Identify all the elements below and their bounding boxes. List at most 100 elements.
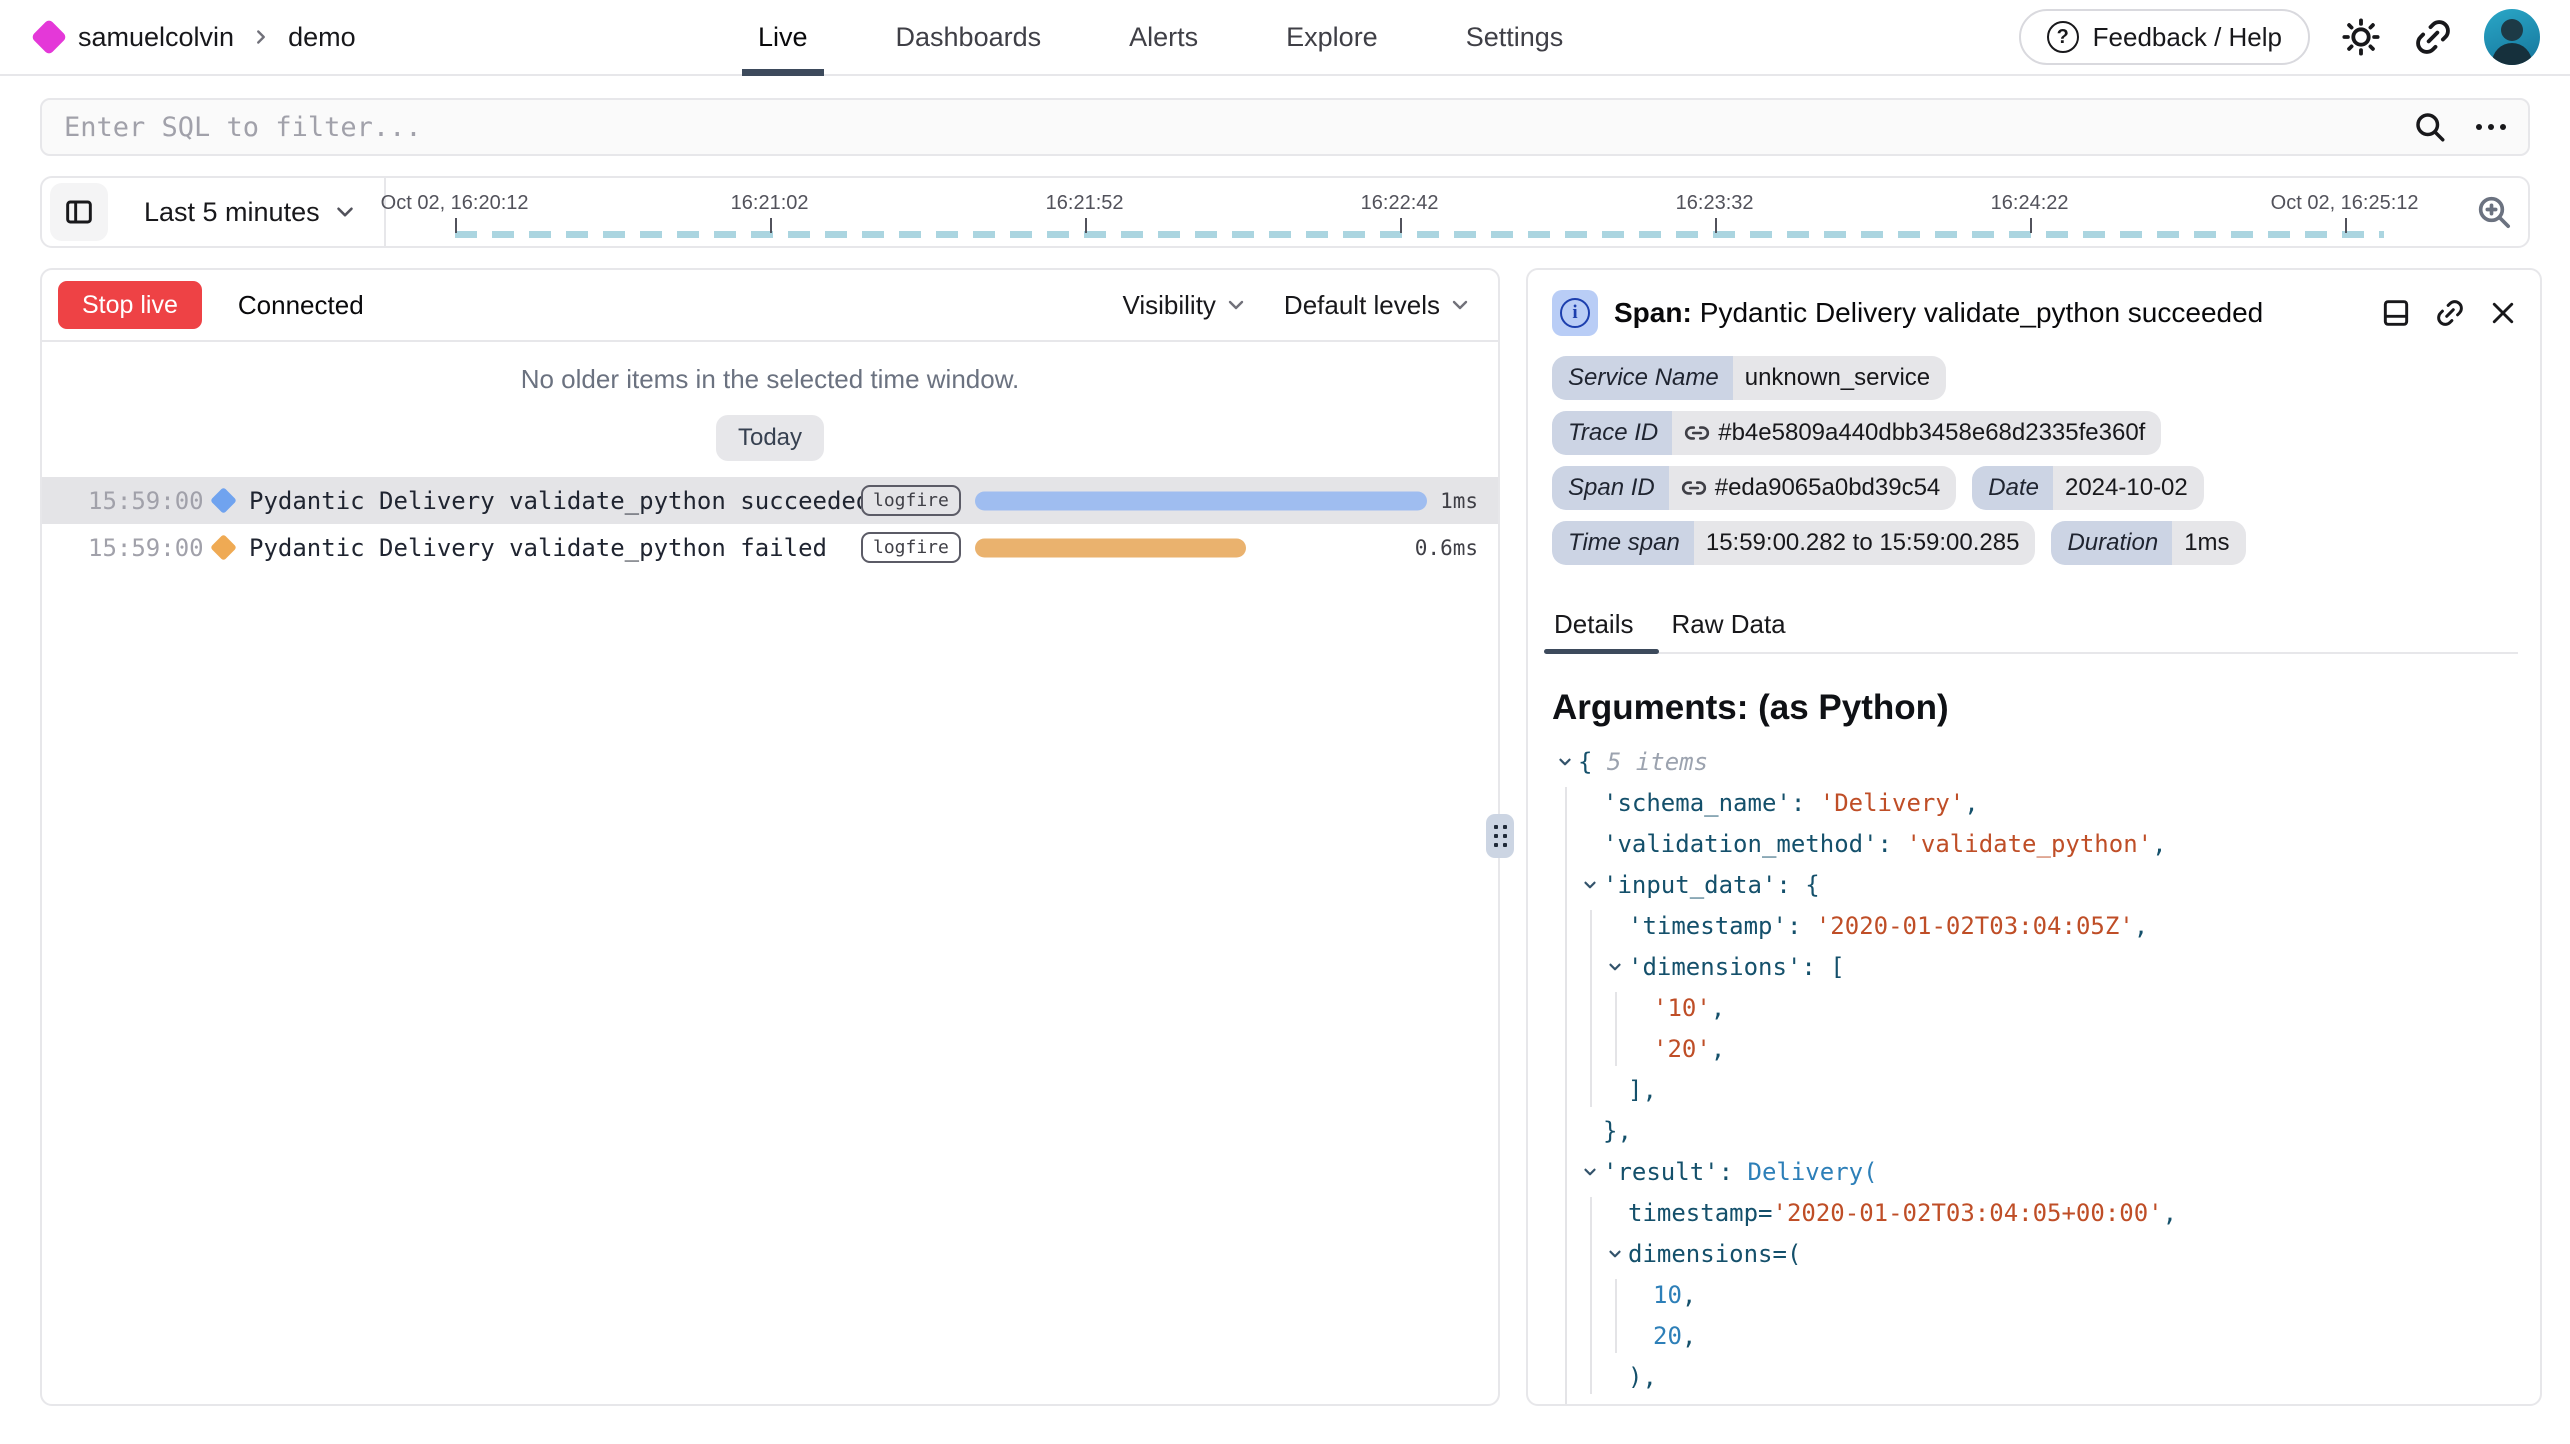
default-levels-dropdown[interactable]: Default levels bbox=[1284, 290, 1472, 321]
collapse-caret-icon[interactable] bbox=[1606, 958, 1624, 976]
panel-left-icon bbox=[63, 196, 95, 228]
tab-alerts[interactable]: Alerts bbox=[1113, 0, 1214, 74]
duration-label: 0.6ms bbox=[1386, 536, 1478, 560]
collapse-caret-icon[interactable] bbox=[1606, 1245, 1624, 1263]
collapse-caret-icon[interactable] bbox=[1581, 876, 1599, 894]
badge-row: Trace ID#b4e5809a440dbb3458e68d2335fe360… bbox=[1552, 411, 2516, 455]
timeline-tick bbox=[1400, 218, 1402, 233]
logfire-logo-icon[interactable] bbox=[31, 19, 68, 56]
timeline-tick-label: 16:21:52 bbox=[1046, 192, 1124, 215]
code-token: '2020-01-02T03:04:05Z' bbox=[1816, 912, 2134, 940]
span-detail-header: i Span:Pydantic Delivery validate_python… bbox=[1528, 270, 2540, 342]
code-line: ), bbox=[1558, 1357, 2540, 1398]
collapse-caret-icon[interactable] bbox=[1556, 753, 1574, 771]
panel-resize-handle[interactable] bbox=[1486, 814, 1514, 858]
badge-row: Time span15:59:00.282 to 15:59:00.285 Dur… bbox=[1552, 521, 2516, 565]
logfire-tag: logfire bbox=[861, 485, 961, 516]
duration-bar-track bbox=[975, 477, 1386, 524]
sql-filter-bar: Enter SQL to filter... bbox=[40, 98, 2530, 156]
user-avatar[interactable] bbox=[2484, 9, 2540, 65]
badge-value: #b4e5809a440dbb3458e68d2335fe360f bbox=[1672, 411, 2161, 455]
badge-duration[interactable]: Duration1ms bbox=[2051, 521, 2245, 565]
span-title: Span:Pydantic Delivery validate_python s… bbox=[1614, 297, 2364, 329]
feedback-help-button[interactable]: ? Feedback / Help bbox=[2019, 9, 2310, 65]
code-token: 10 bbox=[1653, 1281, 1682, 1309]
badge-date[interactable]: Date2024-10-02 bbox=[1972, 466, 2203, 510]
badge-value: #eda9065a0bd39c54 bbox=[1669, 466, 1957, 510]
span-detail-panel: i Span:Pydantic Delivery validate_python… bbox=[1526, 268, 2542, 1406]
org-name[interactable]: samuelcolvin bbox=[78, 22, 234, 53]
code-line: 'dimensions': [ bbox=[1558, 947, 2540, 988]
indent-guide bbox=[1565, 787, 1567, 1406]
badge-service-name[interactable]: Service Nameunknown_service bbox=[1552, 356, 1946, 400]
code-token: '2020-01-02T03:04:05+00:00' bbox=[1773, 1199, 2163, 1227]
close-icon[interactable] bbox=[2488, 298, 2518, 328]
log-row[interactable]: 15:59:00Pydantic Delivery validate_pytho… bbox=[42, 524, 1498, 571]
trace-link-icon bbox=[1684, 420, 1710, 446]
tab-details[interactable]: Details bbox=[1552, 599, 1635, 654]
theme-toggle-button[interactable] bbox=[2340, 16, 2382, 58]
badge-value: 15:59:00.282 to 15:59:00.285 bbox=[1694, 521, 2036, 565]
visibility-label: Visibility bbox=[1122, 290, 1215, 321]
code-token: , bbox=[2152, 830, 2166, 858]
project-name[interactable]: demo bbox=[288, 22, 356, 53]
stop-live-button[interactable]: Stop live bbox=[58, 281, 202, 329]
code-token: Delivery( bbox=[1748, 1158, 1878, 1186]
tab-settings[interactable]: Settings bbox=[1450, 0, 1580, 74]
visibility-dropdown[interactable]: Visibility bbox=[1122, 290, 1247, 321]
tab-dashboards[interactable]: Dashboards bbox=[880, 0, 1058, 74]
badge-value-text: unknown_service bbox=[1745, 364, 1930, 392]
copy-link-icon[interactable] bbox=[2427, 290, 2472, 335]
sql-filter-input[interactable]: Enter SQL to filter... bbox=[64, 112, 2412, 143]
zoom-in-button[interactable] bbox=[2474, 192, 2514, 232]
sidebar-toggle-button[interactable] bbox=[50, 183, 108, 241]
log-row[interactable]: 15:59:00Pydantic Delivery validate_pytho… bbox=[42, 477, 1498, 524]
badge-value-text: 1ms bbox=[2184, 529, 2229, 557]
timeline-tick-label: 16:24:22 bbox=[1991, 192, 2069, 215]
chevron-right-icon bbox=[250, 26, 272, 48]
badge-row: Service Nameunknown_service bbox=[1552, 356, 2516, 400]
span-attributes: Service Nameunknown_service Trace ID#b4e5… bbox=[1528, 342, 2540, 565]
code-token: }, bbox=[1603, 1117, 1632, 1145]
today-pill[interactable]: Today bbox=[716, 415, 824, 461]
code-line: 'timestamp': '2020-01-02T03:04:05Z', bbox=[1558, 906, 2540, 947]
tab-explore[interactable]: Explore bbox=[1270, 0, 1394, 74]
badge-label: Span ID bbox=[1552, 466, 1669, 510]
badge-span-id[interactable]: Span ID#eda9065a0bd39c54 bbox=[1552, 466, 1956, 510]
code-line: '10', bbox=[1558, 988, 2540, 1029]
code-token: 20 bbox=[1653, 1322, 1682, 1350]
timeline-tick bbox=[1715, 218, 1717, 233]
code-token: , bbox=[1682, 1322, 1696, 1350]
badge-label: Trace ID bbox=[1552, 411, 1672, 455]
code-line: ), bbox=[1558, 1398, 2540, 1406]
code-line: 20, bbox=[1558, 1316, 2540, 1357]
more-options-icon[interactable] bbox=[2476, 124, 2506, 130]
live-panel: Stop live Connected Visibility Default l… bbox=[40, 268, 1500, 1406]
timeline-track[interactable]: Oct 02, 16:20:1216:21:0216:21:5216:22:42… bbox=[386, 178, 2464, 246]
time-range-select[interactable]: Last 5 minutes bbox=[108, 197, 384, 228]
code-token: , bbox=[2134, 912, 2148, 940]
badge-time-span[interactable]: Time span15:59:00.282 to 15:59:00.285 bbox=[1552, 521, 2035, 565]
code-token: : bbox=[1878, 830, 1907, 858]
code-token: , bbox=[1711, 1035, 1725, 1063]
share-link-button[interactable] bbox=[2412, 16, 2454, 58]
code-token: 5 items bbox=[1607, 748, 1708, 776]
code-token: : bbox=[1787, 912, 1816, 940]
code-token: : { bbox=[1776, 871, 1819, 899]
badge-trace-id[interactable]: Trace ID#b4e5809a440dbb3458e68d2335fe360… bbox=[1552, 411, 2161, 455]
indent-guide bbox=[1590, 1197, 1592, 1394]
code-line: 'input_data': { bbox=[1558, 865, 2540, 906]
log-timestamp: 15:59:00 bbox=[88, 487, 208, 515]
code-token: , bbox=[1682, 1281, 1696, 1309]
collapse-caret-icon[interactable] bbox=[1581, 1163, 1599, 1181]
badge-value: 1ms bbox=[2172, 521, 2245, 565]
sun-icon bbox=[2340, 16, 2382, 58]
dock-panel-icon[interactable] bbox=[2380, 297, 2412, 329]
live-feed: No older items in the selected time wind… bbox=[42, 342, 1498, 1404]
search-icon[interactable] bbox=[2412, 109, 2448, 145]
tab-live[interactable]: Live bbox=[742, 0, 824, 74]
duration-bar bbox=[975, 538, 1246, 557]
tab-raw-data[interactable]: Raw Data bbox=[1669, 599, 1787, 654]
main-content: Stop live Connected Visibility Default l… bbox=[40, 268, 2542, 1406]
timeline-tick-label: 16:21:02 bbox=[731, 192, 809, 215]
